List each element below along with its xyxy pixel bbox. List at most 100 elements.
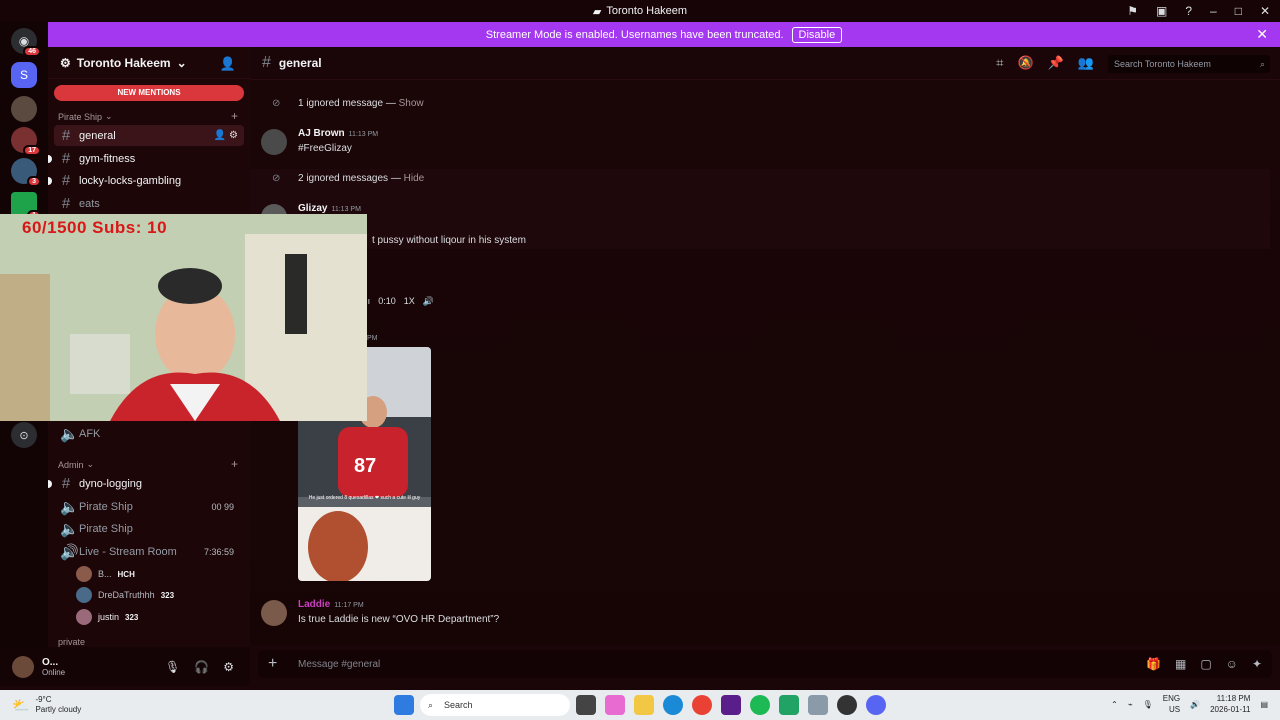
- gift-icon[interactable]: 🎁: [1146, 657, 1161, 671]
- clock[interactable]: 11:18 PM 2026-01-11: [1210, 693, 1250, 715]
- member-list-icon[interactable]: 👥: [1078, 55, 1094, 71]
- taskbar-apps: [394, 695, 414, 715]
- sticker-icon[interactable]: ▢: [1200, 657, 1211, 671]
- copilot-icon[interactable]: [605, 695, 625, 715]
- message-input[interactable]: Message #general: [298, 659, 380, 670]
- server-guild-icon: ⚙: [60, 55, 71, 70]
- apps-icon[interactable]: ✦: [1252, 657, 1262, 671]
- add-channel-icon[interactable]: +: [231, 109, 238, 123]
- server-header[interactable]: ⚙ Toronto Hakeem ⌄ 👤: [48, 47, 250, 79]
- add-channel-icon[interactable]: +: [231, 457, 238, 471]
- pinned-messages-icon[interactable]: 📌: [1048, 55, 1064, 71]
- avatar: [76, 566, 92, 582]
- voice-channel-pirate-ship[interactable]: 🔈 Pirate Ship 00 99: [54, 496, 244, 517]
- weather-widget[interactable]: ⛅ -9°C Partly cloudy: [12, 695, 81, 715]
- server-icon-active[interactable]: S: [11, 62, 37, 88]
- voice-user[interactable]: justin 323: [76, 607, 138, 627]
- microphone-icon[interactable]: 🎙: [1143, 700, 1153, 709]
- avatar[interactable]: [12, 655, 34, 678]
- voice-channel-pirate-ship-2[interactable]: 🔈 Pirate Ship: [54, 518, 244, 539]
- message-author[interactable]: Glizay 11:13 PM: [298, 203, 361, 214]
- channel-locky-locks-gambling[interactable]: # locky-locks-gambling: [48, 170, 244, 191]
- gear-icon[interactable]: ⚙: [223, 660, 234, 674]
- server-icon[interactable]: 3: [11, 158, 41, 187]
- add-attachment-icon[interactable]: +: [268, 655, 277, 673]
- voice-user[interactable]: B... HCH: [76, 564, 135, 584]
- task-view-icon[interactable]: [576, 695, 596, 715]
- edge-icon[interactable]: [663, 695, 683, 715]
- add-member-icon[interactable]: 👤: [220, 56, 236, 72]
- voice-user[interactable]: DreDaTruthhh 323: [76, 585, 174, 605]
- chat-header: # general ⌗ 🔕 📌 👥 Search Toronto Hakeem …: [250, 47, 1280, 80]
- microphone-icon[interactable]: 🎙: [165, 660, 180, 674]
- unread-indicator: [48, 154, 52, 163]
- avatar[interactable]: [261, 600, 287, 626]
- file-explorer-icon[interactable]: [634, 695, 654, 715]
- volume-icon[interactable]: 🔊: [423, 296, 434, 307]
- voice-message-player[interactable]: |ı|ıı 0:10 1X 🔊: [358, 290, 478, 312]
- spotify-icon[interactable]: [750, 695, 770, 715]
- home-icon[interactable]: ◉ 46: [11, 28, 41, 57]
- search-input[interactable]: Search Toronto Hakeem ⌕: [1108, 55, 1270, 73]
- playback-speed-button[interactable]: 1X: [404, 296, 415, 306]
- channel-eats[interactable]: # eats: [54, 193, 244, 214]
- message-author[interactable]: AJ Brown 11:13 PM: [298, 128, 378, 139]
- excel-icon[interactable]: [779, 695, 799, 715]
- maximize-button[interactable]: □: [1235, 4, 1242, 18]
- emoji-icon[interactable]: ☺: [1226, 657, 1238, 671]
- server-name: Toronto Hakeem: [76, 55, 171, 70]
- chevron-up-icon[interactable]: ⌃: [1111, 700, 1118, 709]
- partly-cloudy-icon: ⛅: [12, 697, 30, 713]
- network-icon[interactable]: ⌁: [1128, 700, 1133, 709]
- channel-gym-fitness[interactable]: # gym-fitness: [48, 148, 244, 169]
- notifications-icon[interactable]: ▤: [1260, 700, 1268, 709]
- obs-icon[interactable]: [837, 695, 857, 715]
- image-caption: He just ordered 8 quesadillas ❤ such a c…: [308, 495, 421, 501]
- minimize-button[interactable]: –: [1210, 4, 1217, 18]
- settings-icon[interactable]: [808, 695, 828, 715]
- close-window-button[interactable]: ✕: [1260, 4, 1270, 18]
- hash-icon: #: [262, 54, 271, 71]
- chrome-icon[interactable]: [692, 695, 712, 715]
- volume-icon[interactable]: 🔊: [1190, 700, 1200, 709]
- hide-ignored-button[interactable]: Hide: [404, 173, 425, 184]
- server-icon[interactable]: [11, 96, 37, 122]
- channel-afk[interactable]: 🔈 AFK: [54, 423, 244, 444]
- close-banner-icon[interactable]: ✕: [1256, 26, 1268, 43]
- gif-icon[interactable]: ▦: [1175, 657, 1186, 671]
- new-mentions-pill[interactable]: NEW MENTIONS: [54, 85, 244, 101]
- disable-streamer-mode-button[interactable]: Disable: [791, 26, 843, 43]
- message-composer[interactable]: + Message #general 🎁 ▦ ▢ ☺ ✦: [258, 650, 1272, 678]
- help-icon[interactable]: ?: [1185, 4, 1192, 18]
- app-icon[interactable]: [721, 695, 741, 715]
- headphones-icon[interactable]: 🎧: [194, 660, 209, 674]
- channel-settings-icon[interactable]: 👤 ⚙: [214, 130, 238, 141]
- monitor-icon[interactable]: ▣: [1156, 4, 1167, 18]
- notification-bell-icon[interactable]: 🔕: [1017, 55, 1033, 71]
- message-author[interactable]: Laddie 11:17 PM: [298, 599, 364, 610]
- ignored-messages-notice: ⊘ 2 ignored messages — Hide: [272, 173, 425, 184]
- discord-icon[interactable]: [866, 695, 886, 715]
- hash-icon: #: [61, 172, 71, 189]
- svg-text:87: 87: [354, 455, 376, 477]
- channel-dyno-logging[interactable]: # dyno-logging: [48, 473, 244, 494]
- voice-channel-live-stream-room[interactable]: 🔊 Live - Stream Room 7:36:59: [54, 541, 244, 562]
- message-timestamp: 11:17 PM: [334, 602, 364, 609]
- channel-title: general: [278, 56, 322, 70]
- threads-icon[interactable]: ⌗: [996, 55, 1003, 71]
- category-admin[interactable]: Admin ⌄: [58, 459, 94, 470]
- streamer-mode-banner: Streamer Mode is enabled. Usernames have…: [48, 22, 1280, 47]
- category-pirate-ship[interactable]: Pirate Ship ⌄: [58, 111, 113, 122]
- discover-icon[interactable]: ⊙: [11, 422, 37, 448]
- language-indicator[interactable]: ENG US: [1163, 693, 1180, 715]
- taskbar-search[interactable]: ⌕ Search: [420, 694, 570, 716]
- show-ignored-button[interactable]: Show: [399, 98, 424, 109]
- avatar[interactable]: [261, 129, 287, 155]
- category-private[interactable]: private: [58, 637, 85, 647]
- webcam-feed: [0, 214, 367, 421]
- server-icon[interactable]: 17: [11, 127, 41, 156]
- speaker-icon: 🔊: [60, 543, 79, 561]
- start-button-icon[interactable]: [394, 695, 414, 715]
- inbox-icon[interactable]: ⚑: [1127, 4, 1138, 18]
- channel-general[interactable]: # general 👤 ⚙: [54, 125, 244, 146]
